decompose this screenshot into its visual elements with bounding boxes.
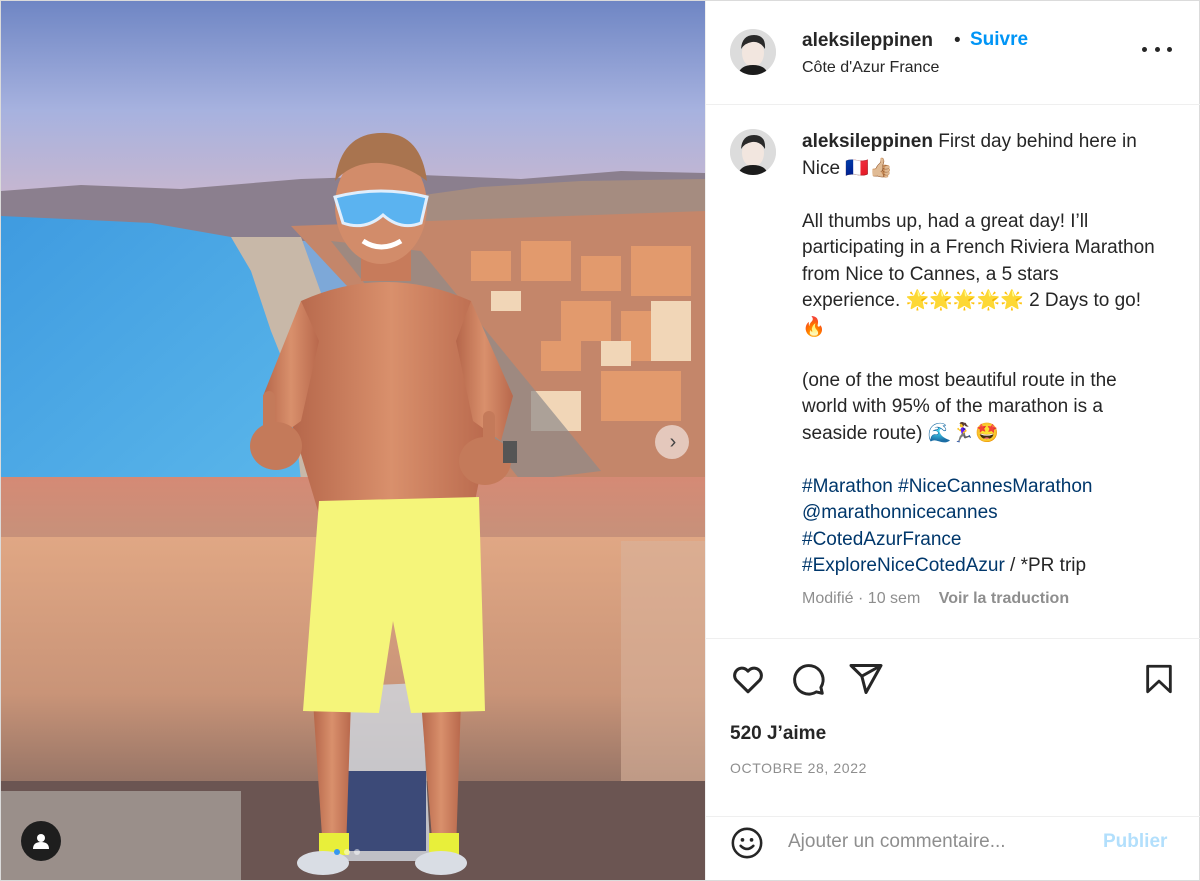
- post-header: aleksileppinen • Suivre Côte d'Azur Fran…: [706, 1, 1200, 105]
- carousel-dots: [334, 849, 360, 855]
- hashtag-link[interactable]: #Marathon: [802, 476, 893, 497]
- caption-username[interactable]: aleksileppinen: [802, 131, 933, 152]
- photo-scene: [1, 1, 705, 880]
- bookmark-icon[interactable]: [1142, 661, 1176, 697]
- likes-count[interactable]: 520 J’aime: [730, 723, 826, 745]
- chevron-right-icon: ›: [669, 431, 677, 453]
- more-options-icon[interactable]: [1142, 39, 1172, 59]
- avatar-image: [730, 29, 776, 75]
- carousel-next-button[interactable]: ›: [655, 425, 689, 459]
- comment-icon[interactable]: [790, 661, 826, 697]
- carousel-dot: [344, 849, 350, 855]
- edited-timestamp: Modifié · 10 sem: [802, 590, 921, 607]
- header-separator: •: [954, 30, 961, 51]
- hashtag-link[interactable]: #ExploreNiceCotedAzur: [802, 555, 1005, 576]
- post-photo[interactable]: ›: [1, 1, 705, 880]
- caption-hashtags: #Marathon #NiceCannesMarathon @marathonn…: [802, 474, 1162, 580]
- emoji-icon[interactable]: [730, 826, 764, 860]
- caption-meta: Modifié · 10 sem Voir la traduction: [802, 590, 1069, 608]
- post-actions: 520 J’aime OCTOBRE 28, 2022: [706, 638, 1200, 816]
- share-icon[interactable]: [848, 661, 884, 697]
- caption-paragraph-3: (one of the most beautiful route in the …: [802, 369, 1117, 444]
- caption-paragraph-2: All thumbs up, had a great day! I’ll par…: [802, 210, 1155, 338]
- comment-bar: Publier: [706, 816, 1200, 880]
- user-icon: [33, 834, 49, 849]
- caption-avatar[interactable]: [730, 129, 776, 175]
- hashtag-link[interactable]: #NiceCannesMarathon: [898, 476, 1092, 497]
- post-date: OCTOBRE 28, 2022: [730, 760, 867, 776]
- post-caption: aleksileppinen First day behind here in …: [802, 129, 1162, 580]
- caption-suffix: / *PR trip: [1004, 555, 1087, 576]
- avatar-image: [730, 129, 776, 175]
- post-side-panel: aleksileppinen • Suivre Côte d'Azur Fran…: [705, 1, 1200, 880]
- post-dialog: › aleksileppinen • Suivre Côte d'Azur Fr…: [0, 0, 1200, 881]
- see-translation-button[interactable]: Voir la traduction: [939, 590, 1069, 607]
- carousel-dot: [334, 849, 340, 855]
- header-username[interactable]: aleksileppinen: [802, 30, 933, 52]
- mention-link[interactable]: @marathonnicecannes: [802, 502, 998, 523]
- carousel-dot: [354, 849, 360, 855]
- publish-button[interactable]: Publier: [1103, 831, 1167, 853]
- heart-icon[interactable]: [730, 661, 766, 697]
- hashtag-link[interactable]: #CotedAzurFrance: [802, 529, 961, 550]
- tagged-users-button[interactable]: [21, 821, 61, 861]
- post-location[interactable]: Côte d'Azur France: [802, 59, 939, 77]
- comment-input[interactable]: [788, 827, 1088, 857]
- follow-button[interactable]: Suivre: [970, 29, 1028, 51]
- avatar[interactable]: [730, 29, 776, 75]
